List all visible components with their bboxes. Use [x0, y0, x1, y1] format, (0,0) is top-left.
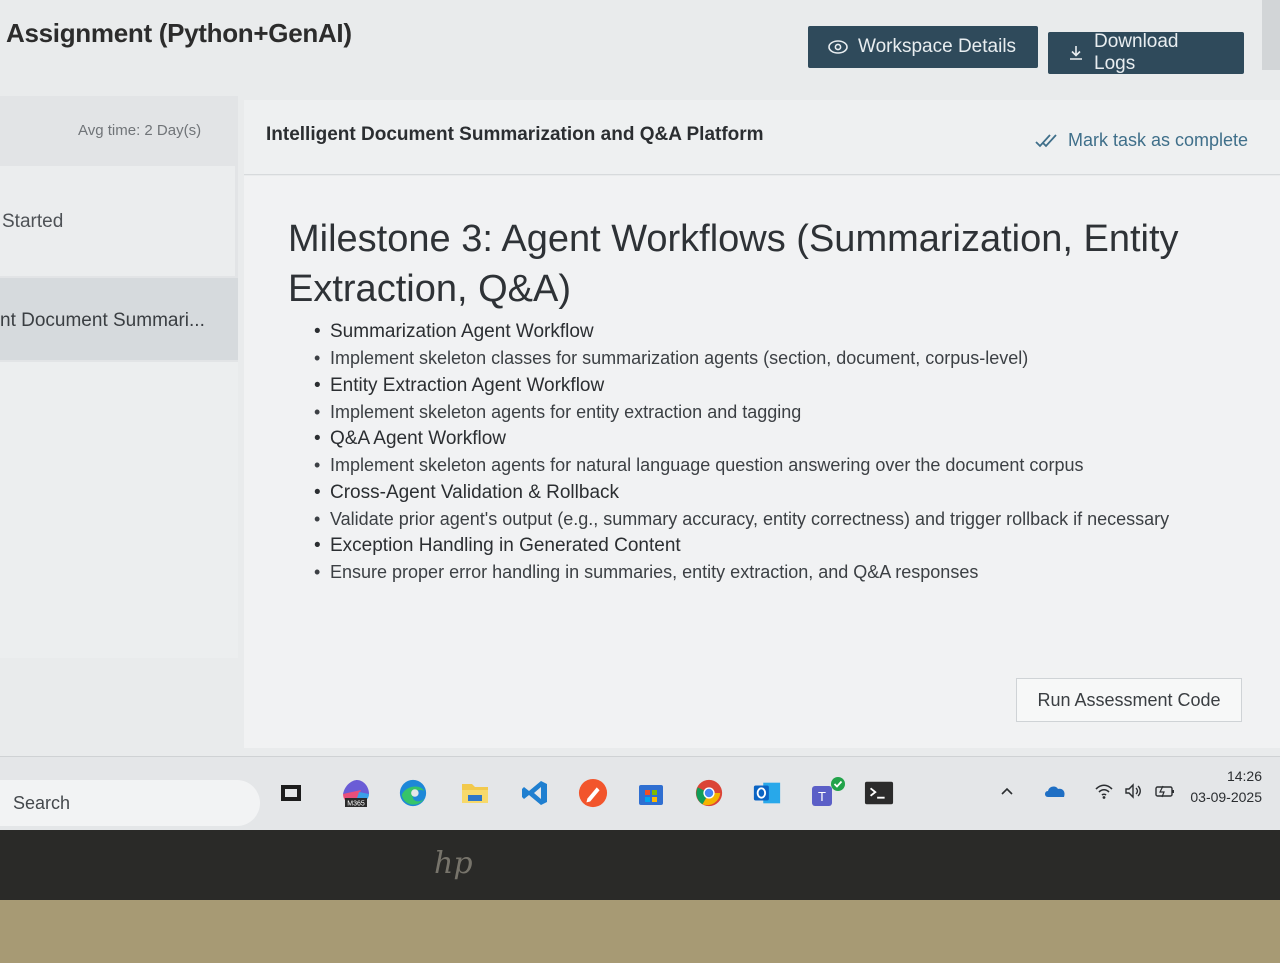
desk-surface	[0, 900, 1280, 963]
m365-badge-text: M365	[347, 801, 365, 808]
section-heading: Exception Handling in Generated Content	[330, 532, 1230, 559]
section-detail: Implement skeleton agents for natural la…	[330, 452, 1230, 479]
wifi-icon[interactable]	[1094, 783, 1114, 799]
sidebar-empty-area	[0, 362, 238, 658]
milestone-title: Milestone 3: Agent Workflows (Summarizat…	[288, 218, 1179, 310]
hp-logo: hp	[434, 846, 473, 881]
teams-icon[interactable]: T	[808, 777, 848, 808]
section-heading: Entity Extraction Agent Workflow	[330, 372, 1230, 399]
chevron-up-icon[interactable]	[1000, 786, 1014, 796]
taskbar-clock[interactable]: 14:26 03-09-2025	[1180, 766, 1262, 808]
edge-icon[interactable]	[398, 778, 428, 808]
workspace-details-label: Workspace Details	[858, 36, 1017, 57]
store-icon[interactable]	[636, 778, 666, 808]
terminal-icon[interactable]	[864, 778, 894, 808]
milestone-outline: Summarization Agent Workflow Implement s…	[330, 318, 1230, 586]
window-edge-scrollbar[interactable]	[1262, 0, 1280, 70]
system-tray	[1000, 782, 1176, 800]
sidebar-item-active-label[interactable]: nt Document Summari...	[0, 310, 205, 332]
clock-date: 03-09-2025	[1190, 789, 1262, 805]
status-started-label: Started	[2, 211, 64, 232]
volume-icon[interactable]	[1124, 783, 1144, 799]
section-detail: Ensure proper error handling in summarie…	[330, 559, 1230, 586]
battery-icon[interactable]	[1154, 783, 1176, 799]
m365-copilot-icon[interactable]: M365	[338, 778, 374, 808]
section-detail: Implement skeleton agents for entity ext…	[330, 399, 1230, 426]
download-icon	[1070, 46, 1082, 60]
section-heading: Cross-Agent Validation & Rollback	[330, 479, 1230, 506]
taskbar-search-box[interactable]: Search	[0, 780, 260, 826]
clock-time: 14:26	[1226, 768, 1262, 784]
double-check-icon	[1035, 133, 1057, 147]
file-explorer-icon[interactable]	[460, 778, 490, 808]
outlook-icon[interactable]	[752, 778, 782, 808]
screen: Assignment (Python+GenAI) Workspace Deta…	[0, 0, 1280, 830]
run-assessment-code-button[interactable]: Run Assessment Code	[1016, 678, 1242, 722]
app-title: Assignment (Python+GenAI)	[6, 18, 352, 48]
taskbar-search-label: Search	[13, 792, 71, 813]
download-logs-label: Download Logs	[1094, 31, 1179, 74]
chrome-icon[interactable]	[694, 778, 724, 808]
section-detail: Implement skeleton classes for summariza…	[330, 345, 1230, 372]
section-heading: Summarization Agent Workflow	[330, 318, 1230, 345]
mark-task-complete-label: Mark task as complete	[1068, 130, 1249, 150]
vscode-icon[interactable]	[520, 778, 550, 808]
download-logs-button[interactable]: Download Logs	[1048, 31, 1244, 74]
section-detail: Validate prior agent's output (e.g., sum…	[330, 506, 1230, 533]
task-title: Intelligent Document Summarization and Q…	[266, 124, 764, 145]
section-heading: Q&A Agent Workflow	[330, 425, 1230, 452]
onedrive-cloud-icon[interactable]	[1042, 783, 1068, 799]
svg-text:T: T	[818, 789, 826, 804]
workspace-details-button[interactable]: Workspace Details	[808, 26, 1038, 68]
eye-icon	[828, 40, 848, 54]
mark-task-complete-link[interactable]: Mark task as complete	[1034, 130, 1248, 151]
pen-app-icon[interactable]	[578, 778, 608, 808]
avg-time-label: Avg time: 2 Day(s)	[78, 122, 202, 139]
task-view-icon[interactable]	[276, 778, 306, 808]
